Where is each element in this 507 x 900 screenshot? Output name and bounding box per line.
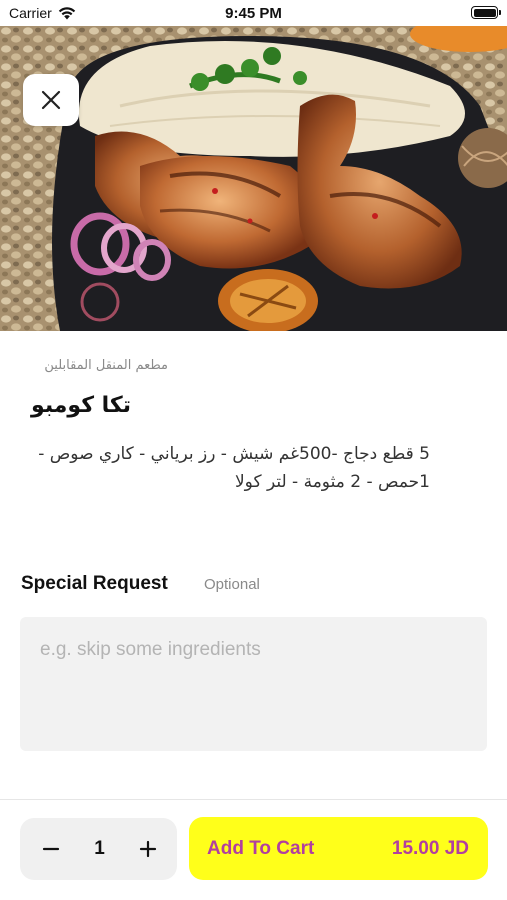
special-request-input[interactable] [20,617,487,751]
cart-price: 15.00 JD [391,837,469,859]
divider [0,799,507,800]
item-title: تكا كومبو [31,393,131,418]
close-icon [41,90,61,110]
status-bar: Carrier 9:45 PM [0,0,507,26]
minus-icon [42,847,60,851]
decrease-button[interactable] [38,836,64,862]
add-to-cart-label: Add To Cart [207,837,315,859]
item-description: 5 قطع دجاج -500غم شيش - رز برياني - كاري… [38,444,430,492]
status-time: 9:45 PM [225,5,282,22]
restaurant-name: مطعم المنقل المقابلين [44,358,168,373]
plus-icon [139,840,157,858]
quantity-stepper: 1 [20,818,177,880]
battery-icon [471,6,501,19]
close-button[interactable] [23,74,79,126]
quantity-value: 1 [94,838,105,859]
optional-label: Optional [204,576,260,593]
increase-button[interactable] [135,836,161,862]
item-photo [0,26,507,331]
add-to-cart-button[interactable]: Add To Cart 15.00 JD [189,817,488,880]
special-request-label: Special Request [21,573,168,594]
